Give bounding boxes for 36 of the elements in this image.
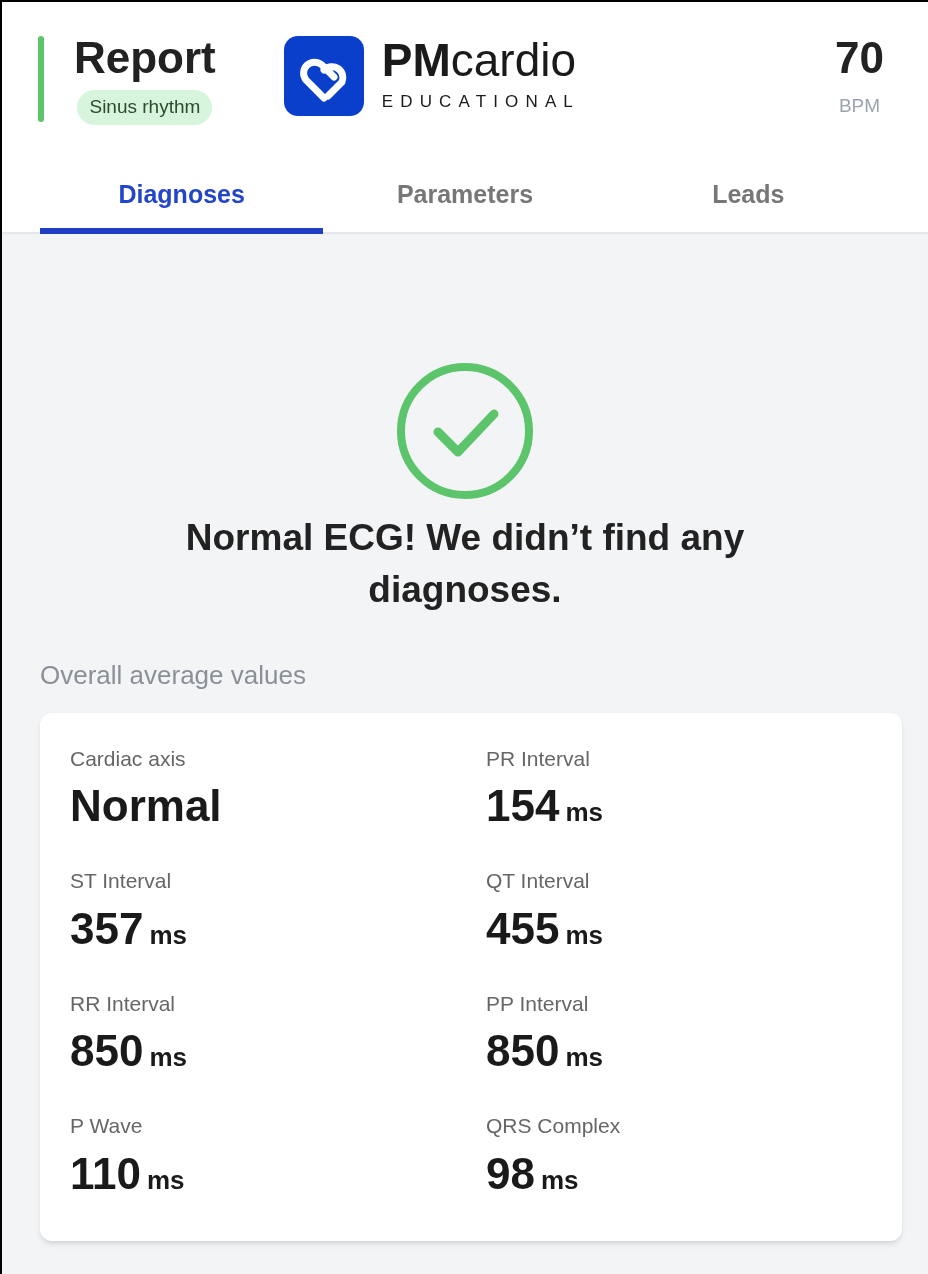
value-number: 98 [486,1147,535,1200]
value-label: Cardiac axis [70,745,187,772]
check-circle-icon [396,362,534,500]
value-label: P Wave [70,1113,144,1140]
report-title: Report [74,36,216,80]
value-unit: ms [149,918,187,952]
value-unit: ms [565,918,603,952]
value-unit: ms [565,1041,603,1075]
value-number: 110 [70,1147,141,1200]
rhythm-badge: Sinus rhythm [77,90,213,125]
value-unit: ms [147,1163,185,1197]
heart-logo-icon [283,36,364,116]
value-label: QRS Complex [486,1113,622,1140]
value-label: ST Interval [70,868,173,895]
result-message: Normal ECG! We didn’t find any diagnoses. [184,516,746,612]
logo-subtitle: EDUCATIONAL [381,91,580,114]
value-unit: ms [565,796,603,830]
value-number: 154 [486,780,560,833]
tab[interactable]: Leads [606,162,890,234]
value-number: 850 [70,1025,144,1078]
logo-text: PMcardio [381,37,578,84]
value-number: 850 [486,1025,560,1078]
value-label: PR Interval [486,745,591,772]
value-number: Normal [70,780,222,833]
section-heading: Overall average values [40,658,307,692]
value-number: 455 [486,902,560,955]
value-unit: ms [540,1163,579,1197]
value-label: QT Interval [486,868,591,895]
value-number: 357 [70,902,144,955]
value-label: PP Interval [486,990,590,1017]
tab[interactable]: Parameters [323,162,607,234]
value-label: RR Interval [70,990,177,1017]
heart-rate-unit: BPM [838,94,881,118]
tab[interactable]: Diagnoses [40,162,324,234]
value-unit: ms [149,1041,187,1075]
heart-rate-value: 70 [835,36,884,80]
